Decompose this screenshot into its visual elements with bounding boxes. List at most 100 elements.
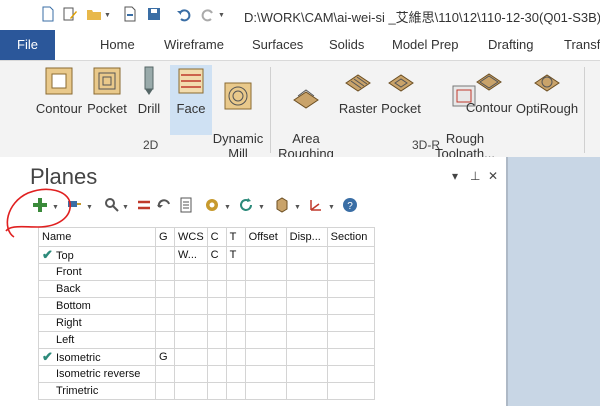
cell-section[interactable]	[326, 382, 375, 400]
tab-transform[interactable]: Transf	[564, 30, 600, 60]
cell-t[interactable]	[225, 331, 246, 349]
tab-drafting[interactable]: Drafting	[488, 30, 534, 60]
cell-wcs[interactable]	[174, 365, 208, 383]
cell-c[interactable]	[206, 263, 227, 281]
dynamic-mill-button[interactable]: Dynamic Mill	[212, 65, 264, 161]
cell-section[interactable]	[326, 263, 375, 281]
cell-c[interactable]	[206, 297, 227, 315]
close-icon[interactable]: ✕	[488, 169, 498, 183]
cell-display[interactable]	[285, 280, 328, 298]
cell-g[interactable]	[155, 280, 175, 298]
col-c[interactable]: C	[206, 227, 227, 247]
cell-t[interactable]	[225, 263, 246, 281]
cell-wcs[interactable]	[174, 263, 208, 281]
reset-icon[interactable]	[156, 197, 172, 213]
face-button[interactable]: Face	[170, 65, 212, 135]
cell-g[interactable]	[155, 314, 175, 332]
graphics-viewport[interactable]	[508, 157, 600, 406]
table-row[interactable]: ✔ Isometric G	[38, 348, 375, 366]
cell-t[interactable]	[225, 297, 246, 315]
col-wcs[interactable]: WCS	[174, 227, 208, 247]
cell-c[interactable]	[206, 365, 227, 383]
cell-t[interactable]	[225, 348, 246, 366]
select-plane-dropdown-icon[interactable]: ▼	[86, 204, 93, 211]
cell-display[interactable]	[285, 246, 328, 264]
redo-icon[interactable]	[200, 6, 216, 22]
cell-g[interactable]	[155, 365, 175, 383]
table-row[interactable]: ✔ Top W... C T	[38, 246, 375, 264]
open-dropdown-icon[interactable]: ▼	[104, 12, 111, 19]
cell-display[interactable]	[285, 263, 328, 281]
plane-name-cell[interactable]: ✔ Isometric	[38, 348, 156, 366]
save-icon[interactable]	[146, 6, 162, 22]
col-section[interactable]: Section	[326, 227, 375, 247]
cell-c[interactable]	[206, 382, 227, 400]
cell-offset[interactable]	[244, 365, 287, 383]
table-row[interactable]: Back	[38, 280, 375, 298]
settings-dropdown-icon[interactable]: ▼	[224, 204, 231, 211]
cell-g[interactable]	[155, 382, 175, 400]
tab-solids[interactable]: Solids	[329, 30, 364, 60]
cell-offset[interactable]	[244, 348, 287, 366]
new-edit-icon[interactable]	[62, 6, 78, 22]
cell-g[interactable]	[155, 331, 175, 349]
cell-offset[interactable]	[244, 297, 287, 315]
cell-g[interactable]	[155, 263, 175, 281]
refresh-icon[interactable]	[238, 197, 254, 213]
table-row[interactable]: Left	[38, 331, 375, 349]
undo-icon[interactable]	[176, 6, 192, 22]
cell-offset[interactable]	[244, 314, 287, 332]
cell-offset[interactable]	[244, 382, 287, 400]
cell-wcs[interactable]	[174, 280, 208, 298]
tab-model-prep[interactable]: Model Prep	[392, 30, 458, 60]
cell-wcs[interactable]	[174, 382, 208, 400]
settings-gear-icon[interactable]	[204, 197, 220, 213]
plane-name-cell[interactable]: Isometric reverse	[38, 365, 156, 383]
contour-3d-button[interactable]: Contour	[462, 64, 516, 115]
cell-t[interactable]	[225, 365, 246, 383]
view-cube-icon[interactable]	[274, 197, 290, 213]
refresh-dropdown-icon[interactable]: ▼	[258, 204, 265, 211]
qat-dropdown-icon[interactable]: ▼	[218, 12, 225, 19]
plane-name-cell[interactable]: Bottom	[38, 297, 156, 315]
plane-name-cell[interactable]: Front	[38, 263, 156, 281]
raster-button[interactable]: Raster	[338, 65, 378, 116]
plane-name-cell[interactable]: Back	[38, 280, 156, 298]
cell-wcs[interactable]	[174, 297, 208, 315]
cell-offset[interactable]	[244, 263, 287, 281]
cell-section[interactable]	[326, 297, 375, 315]
cell-wcs[interactable]	[174, 348, 208, 366]
cell-c[interactable]	[206, 280, 227, 298]
table-row[interactable]: Right	[38, 314, 375, 332]
equal-icon[interactable]	[136, 197, 152, 213]
cell-section[interactable]	[326, 246, 375, 264]
cell-g[interactable]	[155, 246, 175, 264]
cell-c[interactable]	[206, 314, 227, 332]
col-offset[interactable]: Offset	[244, 227, 287, 247]
tab-wireframe[interactable]: Wireframe	[164, 30, 224, 60]
cell-section[interactable]	[326, 280, 375, 298]
cell-display[interactable]	[285, 314, 328, 332]
col-t[interactable]: T	[225, 227, 246, 247]
cell-c[interactable]	[206, 331, 227, 349]
plane-name-cell[interactable]: Trimetric	[38, 382, 156, 400]
open-folder-icon[interactable]	[86, 6, 102, 22]
tab-home[interactable]: Home	[100, 30, 135, 60]
cell-display[interactable]	[285, 331, 328, 349]
cell-wcs[interactable]	[174, 314, 208, 332]
cell-g[interactable]: G	[155, 348, 175, 366]
cell-c[interactable]	[206, 348, 227, 366]
cell-display[interactable]	[285, 382, 328, 400]
find-icon[interactable]	[104, 197, 120, 213]
cell-t[interactable]	[225, 382, 246, 400]
cell-section[interactable]	[326, 365, 375, 383]
cell-t[interactable]	[225, 314, 246, 332]
plane-list-icon[interactable]	[178, 197, 194, 213]
cell-offset[interactable]	[244, 331, 287, 349]
col-display[interactable]: Disp...	[285, 227, 328, 247]
cell-offset[interactable]	[244, 246, 287, 264]
cell-c[interactable]: C	[206, 246, 227, 264]
table-row[interactable]: Trimetric	[38, 382, 375, 400]
cell-section[interactable]	[326, 348, 375, 366]
col-g[interactable]: G	[155, 227, 175, 247]
